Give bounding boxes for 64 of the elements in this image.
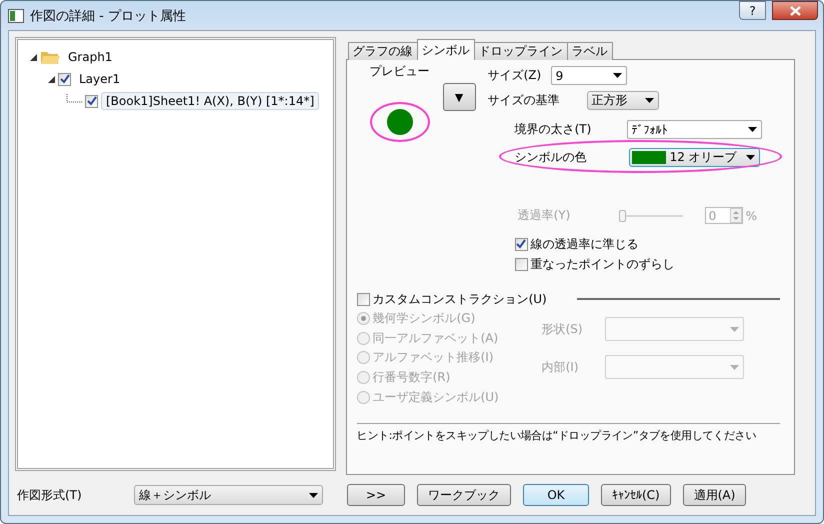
checkbox[interactable] xyxy=(356,292,370,306)
edge-width-dropdown[interactable]: ﾃﾞﾌｫﾙﾄ xyxy=(626,120,762,139)
checkbox[interactable] xyxy=(514,238,528,250)
checkbox-label: カスタムコンストラクション(U) xyxy=(372,290,547,308)
radio-label: 行番号数字(R) xyxy=(372,369,450,386)
window-title: 作図の詳細 - プロット属性 xyxy=(30,8,187,24)
tree-item[interactable]: [Book1]Sheet1! A(X), B(Y) [1*:14*] xyxy=(101,92,320,110)
symbol-color-label: シンボルの色 xyxy=(514,149,588,166)
caret-icon xyxy=(309,492,318,498)
expander-icon[interactable] xyxy=(48,76,55,82)
checkbox[interactable] xyxy=(58,72,71,86)
symbol-color-dropdown[interactable]: 12 オリーブ xyxy=(628,148,760,167)
symbol-menu-button[interactable]: ▼ xyxy=(442,83,476,111)
tree-item[interactable]: Layer1 xyxy=(74,70,126,88)
checkbox-label: 線の透過率に準じる xyxy=(530,236,639,252)
help-button[interactable]: ? xyxy=(739,1,766,20)
percent-label: % xyxy=(746,208,757,222)
plot-type-label: 作図形式(T) xyxy=(17,486,83,504)
size-basis-label: サイズの基準 xyxy=(488,92,561,109)
size-label: サイズ(Z) xyxy=(488,67,542,84)
tab[interactable]: ラベル xyxy=(566,42,613,60)
shape-label: 形状(S) xyxy=(542,320,584,338)
dialog-button[interactable]: ｷｬﾝｾﾙ(C) xyxy=(601,484,671,506)
color-swatch xyxy=(632,151,666,164)
caret-icon xyxy=(730,364,739,370)
interior-dropdown[interactable] xyxy=(604,355,744,379)
hint-text: ヒント:ポイントをスキップしたい場合は“ドロップライン”タブを使用してください xyxy=(356,428,757,443)
interior-label: 内部(I) xyxy=(542,358,580,376)
size-basis-dropdown[interactable]: 正方形 xyxy=(586,91,659,110)
radio-label: 幾何学シンボル(G) xyxy=(372,310,476,328)
folder-icon xyxy=(40,50,60,64)
size-dropdown[interactable]: 9 xyxy=(550,66,627,85)
tab[interactable]: グラフの線 xyxy=(348,42,418,60)
radio-label: アルファベット推移(I) xyxy=(372,349,494,366)
checkbox[interactable] xyxy=(514,258,528,270)
dialog-button[interactable]: OK xyxy=(523,484,589,506)
tree-item[interactable]: Graph1 xyxy=(63,48,118,66)
caret-icon xyxy=(730,326,739,332)
highlight-ellipse xyxy=(370,102,430,142)
caret-icon xyxy=(746,155,755,160)
spin-arrows-icon[interactable] xyxy=(730,208,742,223)
expander-icon[interactable] xyxy=(30,54,37,60)
transparency-slider[interactable] xyxy=(618,210,683,222)
checkbox[interactable] xyxy=(85,94,98,108)
symbol-preview-icon xyxy=(386,109,413,135)
checkbox-label: 重なったポイントのずらし xyxy=(530,256,675,272)
transparency-label: 透過率(Y) xyxy=(518,207,572,224)
close-button[interactable] xyxy=(772,1,818,20)
dialog-button[interactable]: ワークブック xyxy=(417,484,511,506)
tab[interactable]: ドロップライン xyxy=(474,42,568,60)
close-icon xyxy=(790,6,800,16)
window-icon xyxy=(8,8,24,22)
plot-type-dropdown[interactable]: 線＋シンボル xyxy=(134,485,323,505)
edge-width-label: 境界の太さ(T) xyxy=(514,121,592,138)
caret-icon xyxy=(748,127,757,132)
radio-label: ユーザ定義シンボル(U) xyxy=(372,388,499,406)
caret-icon xyxy=(644,98,654,103)
dialog-button[interactable]: >> xyxy=(347,484,405,506)
caret-icon xyxy=(612,73,622,78)
tab[interactable]: シンボル xyxy=(416,39,475,60)
radio-label: 同一アルファベット(A) xyxy=(372,330,498,347)
dialog-button[interactable]: 適用(A) xyxy=(682,484,746,506)
preview-label: プレビュー xyxy=(370,63,430,80)
shape-dropdown[interactable] xyxy=(604,317,744,341)
